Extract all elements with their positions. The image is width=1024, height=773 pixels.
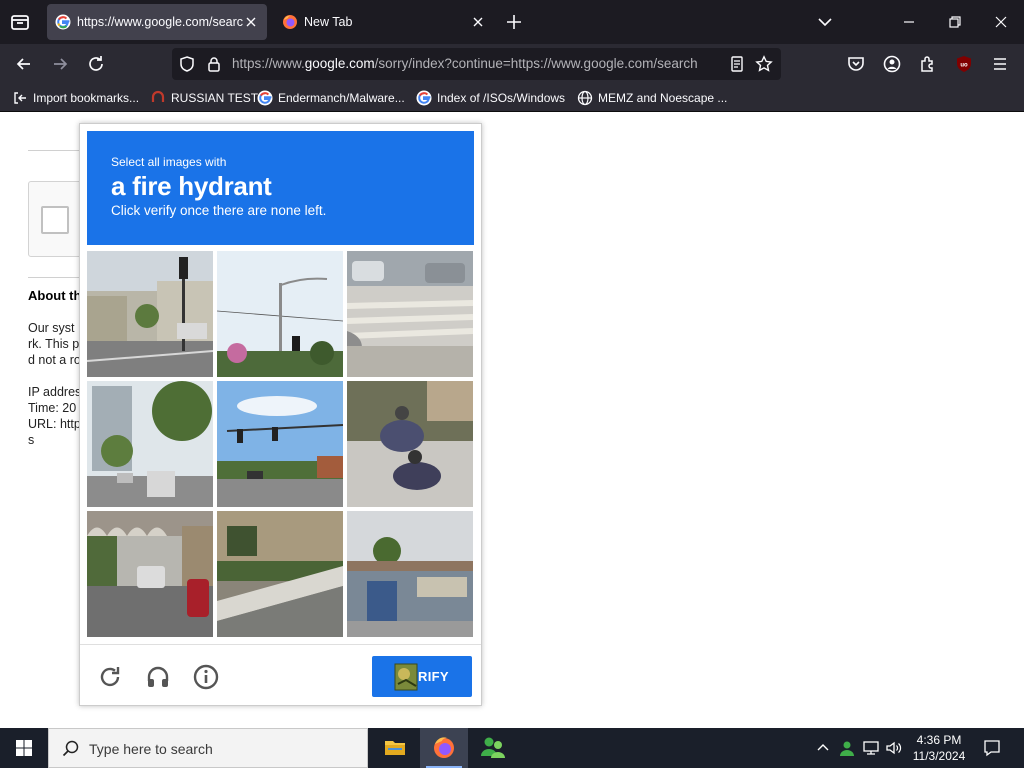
challenge-header: Select all images with a fire hydrant Cl… — [87, 131, 474, 245]
restore-icon[interactable] — [945, 12, 965, 32]
globe-icon — [577, 90, 593, 106]
captcha-tile[interactable] — [87, 381, 213, 507]
users-app-icon[interactable] — [469, 728, 517, 768]
star-icon[interactable] — [755, 55, 773, 73]
import-icon — [12, 90, 28, 106]
clock-time: 4:36 PM — [916, 733, 962, 747]
page-text: IP addres — [28, 385, 82, 399]
extensions-icon[interactable] — [918, 54, 938, 74]
captcha-tile[interactable] — [217, 381, 343, 507]
bookmark-memz[interactable]: MEMZ and Noescape ... — [577, 90, 727, 106]
url-domain: google.com — [304, 56, 375, 71]
reader-view-icon[interactable] — [728, 55, 746, 73]
file-explorer-icon[interactable] — [371, 728, 419, 768]
captcha-tile[interactable] — [217, 511, 343, 637]
bookmarks-toolbar: Import bookmarks... RUSSIAN TEST Enderma… — [0, 84, 1024, 112]
lock-icon[interactable] — [205, 55, 223, 73]
bookmark-label: MEMZ and Noescape ... — [598, 91, 728, 105]
page-text: Time: 20 — [28, 401, 77, 415]
challenge-target: a fire hydrant — [111, 171, 272, 201]
close-tab-icon[interactable] — [470, 14, 486, 30]
captcha-tile[interactable] — [347, 511, 473, 637]
captcha-tile[interactable] — [87, 251, 213, 377]
google-icon — [257, 90, 273, 106]
image-grid — [87, 251, 474, 637]
account-icon[interactable] — [882, 54, 902, 74]
instruction-sub: Click verify once there are none left. — [111, 203, 327, 218]
network-icon[interactable] — [862, 739, 880, 757]
reload-icon[interactable] — [96, 663, 124, 691]
chevron-down-icon[interactable] — [815, 12, 835, 32]
url-path: /sorry/index?continue=https://www.google… — [374, 56, 698, 71]
tab-new-tab[interactable]: New Tab — [274, 4, 494, 40]
search-icon — [61, 739, 81, 759]
page-text: URL: http — [28, 417, 81, 431]
bookmark-icon — [150, 90, 166, 106]
svg-text:uo: uo — [960, 63, 968, 69]
page-text: d not a ro — [28, 353, 81, 367]
about-heading: About th — [28, 288, 82, 303]
search-placeholder: Type here to search — [89, 741, 213, 757]
firefox-taskbar-icon[interactable] — [420, 728, 468, 768]
tab-title: https://www.google.com/search — [77, 15, 243, 29]
close-tab-icon[interactable] — [243, 14, 259, 30]
back-arrow-icon[interactable] — [14, 54, 34, 74]
map-icon — [394, 662, 420, 692]
windows-start-icon[interactable] — [0, 728, 48, 768]
info-icon[interactable] — [192, 663, 220, 691]
bookmark-label: Endermanch/Malware... — [278, 91, 405, 105]
captcha-tile[interactable] — [347, 251, 473, 377]
bookmark-label: Index of /ISOs/Windows — [437, 91, 566, 105]
clock-date: 11/3/2024 — [912, 749, 966, 763]
page-text: Our syst — [28, 321, 75, 335]
url-text[interactable]: https://www.google.com/sorry/index?conti… — [232, 56, 712, 71]
url-bar[interactable]: https://www.google.com/sorry/index?conti… — [172, 48, 781, 80]
google-icon — [55, 14, 71, 30]
captcha-tile[interactable] — [217, 251, 343, 377]
taskbar: Type here to search 4:36 PM 11/3/2024 — [0, 728, 1024, 768]
page-text: rk. This p — [28, 337, 80, 351]
taskbar-search-input[interactable]: Type here to search — [48, 728, 368, 768]
bookmark-import[interactable]: Import bookmarks... — [12, 90, 139, 106]
captcha-tile[interactable] — [347, 381, 473, 507]
instruction-small: Select all images with — [111, 155, 227, 169]
bookmark-russian-test[interactable]: RUSSIAN TEST — [150, 90, 258, 106]
pocket-icon[interactable] — [846, 54, 866, 74]
tab-bar: https://www.google.com/search New Tab — [0, 0, 1024, 44]
bookmark-isos[interactable]: Index of /ISOs/Windows — [416, 90, 565, 106]
firefox-icon — [282, 14, 298, 30]
chevron-up-icon[interactable] — [814, 739, 832, 757]
tab-google-search[interactable]: https://www.google.com/search — [47, 4, 267, 40]
close-window-icon[interactable] — [991, 12, 1011, 32]
tab-title: New Tab — [304, 15, 353, 29]
taskbar-clock[interactable]: 4:36 PM 11/3/2024 — [906, 732, 972, 764]
bookmark-label: Import bookmarks... — [33, 91, 140, 105]
bookmark-label: RUSSIAN TEST — [171, 91, 259, 105]
shield-icon[interactable] — [178, 55, 196, 73]
forward-arrow-icon[interactable] — [50, 54, 70, 74]
ublock-origin-icon[interactable]: uo — [954, 54, 974, 74]
verify-button[interactable]: RIFY — [372, 656, 472, 697]
minimize-icon[interactable] — [899, 12, 919, 32]
captcha-tile[interactable] — [87, 511, 213, 637]
notification-icon[interactable] — [982, 738, 1002, 758]
bookmark-endermanch[interactable]: Endermanch/Malware... — [257, 90, 405, 106]
nav-bar: https://www.google.com/sorry/index?conti… — [0, 44, 1024, 84]
recaptcha-checkbox[interactable] — [41, 206, 69, 234]
volume-icon[interactable] — [885, 739, 903, 757]
headphones-icon[interactable] — [144, 663, 172, 691]
page-text: s — [28, 433, 35, 447]
recaptcha-challenge: Select all images with a fire hydrant Cl… — [79, 123, 482, 706]
google-icon — [416, 90, 432, 106]
url-prefix: https://www. — [232, 56, 305, 71]
challenge-footer: RIFY — [80, 644, 481, 706]
tab-list-icon[interactable] — [8, 10, 32, 34]
user-tray-icon[interactable] — [838, 739, 856, 757]
new-tab-icon[interactable] — [504, 12, 524, 32]
menu-icon[interactable] — [990, 54, 1010, 74]
verify-label: RIFY — [418, 669, 449, 684]
reload-icon[interactable] — [86, 54, 106, 74]
